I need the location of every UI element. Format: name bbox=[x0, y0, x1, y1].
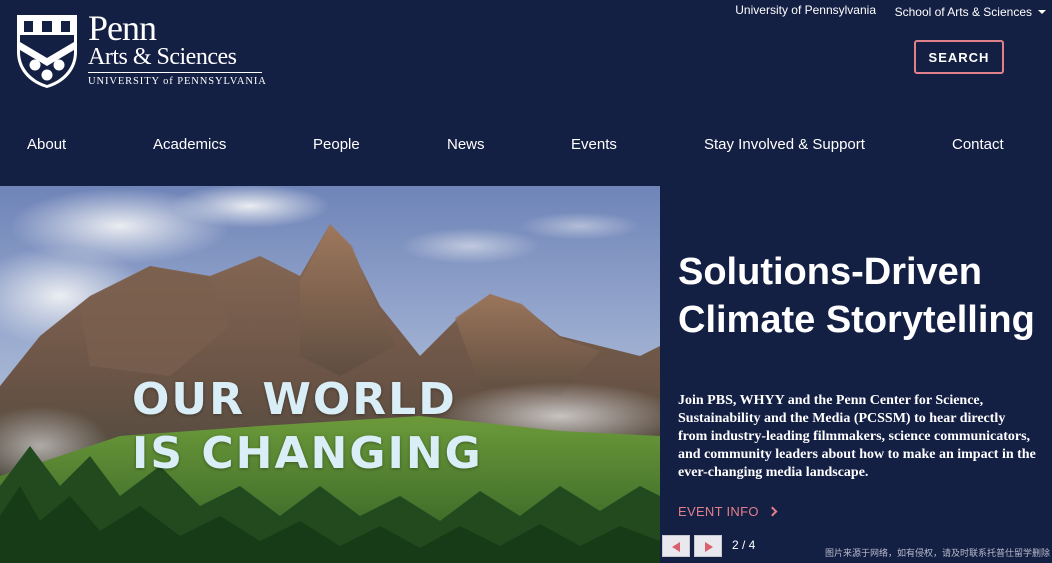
slide-counter: 2 / 4 bbox=[732, 538, 756, 552]
logo-penn: Penn bbox=[88, 8, 157, 48]
nav-item-events[interactable]: Events bbox=[571, 136, 617, 153]
slider-next-button[interactable] bbox=[694, 535, 722, 557]
hero-slider: OUR WORLD IS CHANGING Solutions-Driven C… bbox=[0, 186, 1052, 563]
main-nav: About Academics People News Events Stay … bbox=[0, 136, 1052, 156]
slider-prev-button[interactable] bbox=[662, 535, 690, 557]
logo-link[interactable]: Penn Arts & Sciences UNIVERSITY of PENNS… bbox=[14, 10, 267, 90]
hero-overlay-line-2: IS CHANGING bbox=[132, 428, 483, 479]
hero-title[interactable]: Solutions-Driven Climate Storytelling bbox=[678, 248, 1048, 344]
sas-dropdown-label: School of Arts & Sciences bbox=[894, 5, 1032, 19]
nav-item-contact[interactable]: Contact bbox=[952, 136, 1004, 153]
nav-item-people[interactable]: People bbox=[313, 136, 360, 153]
logo-rule bbox=[88, 72, 262, 73]
logo-arts-sciences: Arts & Sciences bbox=[88, 44, 237, 70]
triangle-right-icon bbox=[705, 542, 713, 552]
image-watermark: 图片来源于网络，如有侵权，请及时联系托普仕留学删除 bbox=[824, 548, 1050, 558]
triangle-left-icon bbox=[672, 542, 680, 552]
hero-description: Join PBS, WHYY and the Penn Center for S… bbox=[678, 393, 1036, 480]
event-info-label: EVENT INFO bbox=[678, 504, 759, 519]
upenn-link[interactable]: University of Pennsylvania bbox=[735, 3, 876, 17]
hero-image[interactable]: OUR WORLD IS CHANGING bbox=[0, 186, 660, 563]
penn-shield-icon bbox=[17, 15, 77, 88]
sas-dropdown[interactable]: School of Arts & Sciences bbox=[895, 5, 1046, 19]
logo-university: UNIVERSITY of PENNSYLVANIA bbox=[88, 76, 267, 87]
event-info-link[interactable]: EVENT INFO bbox=[678, 504, 778, 519]
hero-overlay-line-1: OUR WORLD bbox=[132, 374, 457, 425]
chevron-right-icon bbox=[767, 506, 778, 517]
chevron-down-icon bbox=[1038, 10, 1046, 14]
hero-overlay-text: OUR WORLD IS CHANGING bbox=[132, 373, 483, 481]
nav-item-stay-involved[interactable]: Stay Involved & Support bbox=[704, 136, 865, 153]
site-header: Penn Arts & Sciences UNIVERSITY of PENNS… bbox=[0, 0, 1052, 186]
logo-wordmark: Penn Arts & Sciences UNIVERSITY of PENNS… bbox=[88, 10, 267, 87]
nav-item-news[interactable]: News bbox=[447, 136, 485, 153]
search-button[interactable]: SEARCH bbox=[914, 40, 1004, 74]
nav-item-about[interactable]: About bbox=[27, 136, 66, 153]
nav-item-academics[interactable]: Academics bbox=[153, 136, 226, 153]
hero-text-panel: Solutions-Driven Climate Storytelling Jo… bbox=[660, 186, 1052, 563]
